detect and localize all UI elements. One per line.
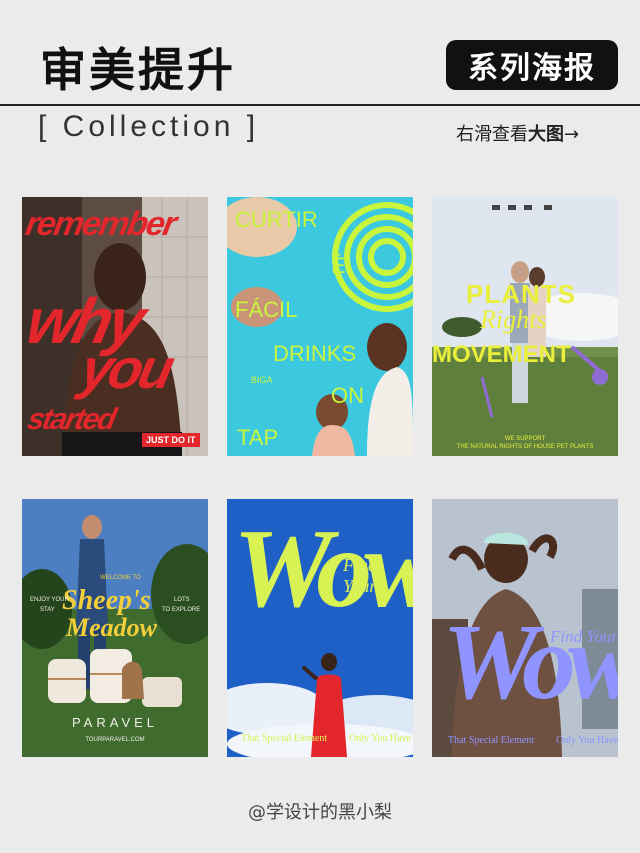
paravel-url-text: TOURPARAVEL.COM xyxy=(85,737,145,743)
poster-remember[interactable]: remember why you started JUST DO IT xyxy=(22,197,208,456)
you-text: you xyxy=(75,337,177,400)
to-explore-text: TO EXPLORE xyxy=(162,607,201,613)
on-text: ON xyxy=(331,383,364,408)
special-element-text: That Special Element xyxy=(241,733,328,744)
wow-purple-text: Wow xyxy=(442,603,618,722)
just-do-it-label: JUST DO IT xyxy=(142,433,200,447)
series-poster-badge: 系列海报 xyxy=(446,40,618,90)
poster-wow-purple[interactable]: Wow Find Your That Special Element Only … xyxy=(432,499,618,757)
enjoy-your-text: ENJOY YOUR xyxy=(30,597,69,603)
header-divider xyxy=(0,104,640,106)
started-text: started xyxy=(24,403,118,436)
meadow-text: Meadow xyxy=(66,613,157,642)
drinks-text: DRINKS xyxy=(273,341,357,366)
stay-text: STAY xyxy=(40,607,55,613)
swipe-hint-text: 右滑查看 xyxy=(456,124,528,145)
swipe-hint-bold: 大图 xyxy=(528,124,564,145)
lots-text: LOTS xyxy=(174,597,190,603)
poster-curtir[interactable]: CURTIR É FÁCIL DRINKS ON TAP BIGA xyxy=(227,197,413,456)
find-your-text: Find Your xyxy=(343,555,377,596)
collection-label: [ Collection ] xyxy=(38,110,260,143)
natural-rights-text: THE NATURAL RIGHTS OF HOUSE PET PLANTS xyxy=(456,444,594,450)
biga-text: BIGA xyxy=(251,375,273,385)
movement-text: MOVEMENT xyxy=(432,341,571,368)
arrow-right-icon: → xyxy=(564,124,580,145)
only-you-have-text: Only You Have xyxy=(349,733,411,744)
welcome-to-text: WELCOME TO xyxy=(100,575,141,581)
poster-plants[interactable]: PLANTS Rights MOVEMENT WE SUPPORT THE NA… xyxy=(432,197,618,456)
swipe-hint[interactable]: 右滑查看大图→ xyxy=(456,120,579,146)
facil-text: FÁCIL xyxy=(235,297,298,322)
only-you-have-purple-text: Only You Have xyxy=(556,735,618,746)
curtir-text: CURTIR xyxy=(235,207,318,232)
we-support-text: WE SUPPORT xyxy=(504,436,546,442)
special-element-purple-text: That Special Element xyxy=(448,735,535,746)
header: 审美提升 系列海报 xyxy=(0,0,640,104)
find-your-purple-text: Find Your xyxy=(550,627,618,646)
author-credit: @学设计的黑小梨 xyxy=(248,802,392,823)
poster-curtir-art xyxy=(227,197,413,456)
tap-text: TAP xyxy=(237,425,279,450)
remember-text: remember xyxy=(22,205,178,243)
poster-wow-red[interactable]: Wow Find Your That Special Element Only … xyxy=(227,499,413,757)
e-text: É xyxy=(331,253,346,278)
rights-text: Rights xyxy=(480,305,547,334)
poster-sheeps-meadow[interactable]: WELCOME TO Sheep's Meadow ENJOY YOUR STA… xyxy=(22,499,208,757)
page-title: 审美提升 xyxy=(40,43,236,97)
paravel-text: PARAVEL xyxy=(71,715,159,730)
